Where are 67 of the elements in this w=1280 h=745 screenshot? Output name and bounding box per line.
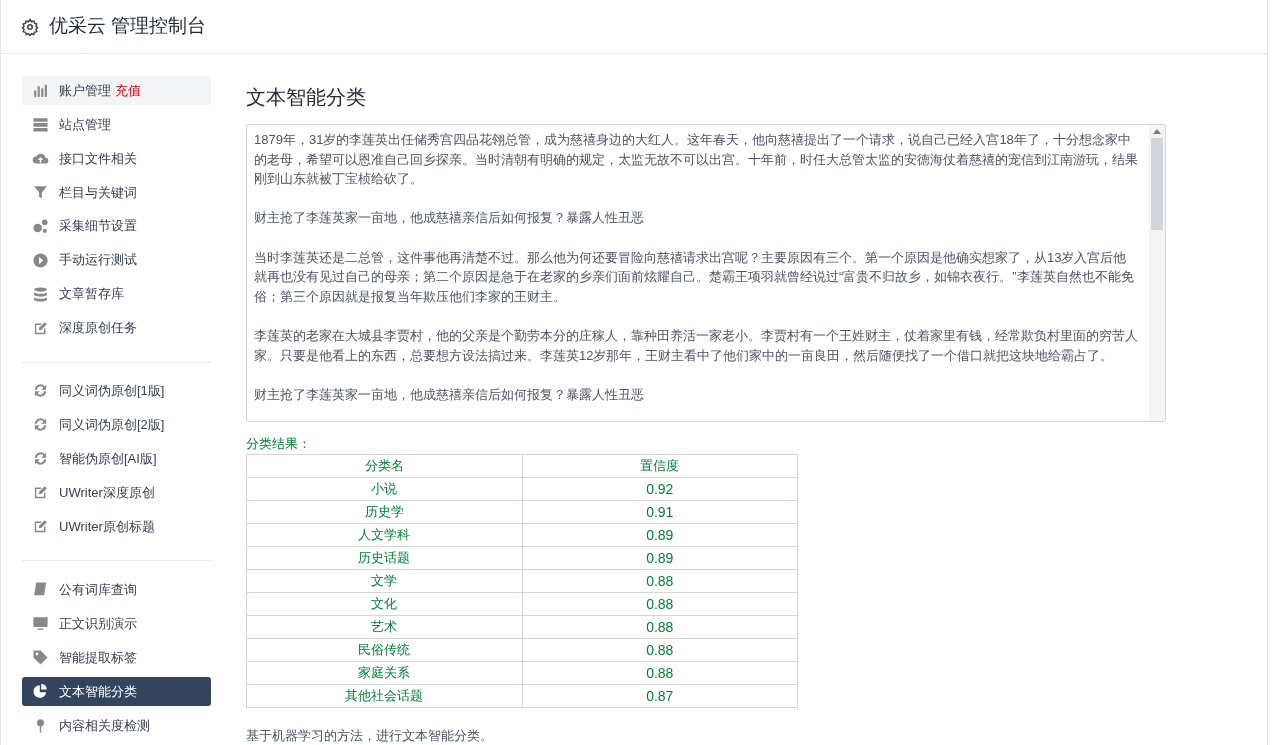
filter-icon [32,183,49,201]
table-cell: 0.92 [522,477,798,501]
column-header: 置信度 [522,454,798,478]
table-cell: 其他社会话题 [246,684,522,708]
sidebar-item[interactable]: 正文识别演示 [22,609,211,639]
page-title: 文本智能分类 [246,85,367,110]
sidebar-item[interactable]: 深度原创任务 [22,313,211,343]
refresh-icon [32,382,49,400]
sidebar-item[interactable]: 文本智能分类 [22,677,211,706]
sidebar-item[interactable]: 内容相关度检测 [22,710,211,740]
table-cell: 0.88 [522,661,798,685]
database-icon [32,285,49,303]
table-cell: 0.88 [522,592,798,616]
sidebar-item-background[interactable]: 账户管理 充值 [22,76,211,105]
edit-icon [32,319,49,337]
sidebar-item[interactable]: 采集细节设置 [22,211,211,241]
sidebar-item[interactable]: 接口文件相关 [22,143,211,173]
item-label: 账户管理 [59,81,111,100]
sidebar-item[interactable]: 栏目与关键词 [22,177,211,207]
recharge-link[interactable]: 充值 [115,80,141,101]
table-cell: 0.88 [522,569,798,593]
sidebar-item[interactable]: UWriter原创标题 [22,512,211,542]
article-paragraph: 财主抢了李莲英家一亩地，他成慈禧亲信后如何报复？暴露人性丑恶 [254,209,645,228]
play-circle-icon [32,251,49,269]
result-label: 分类结果： [246,435,312,453]
table-cell: 民俗传统 [246,638,522,662]
app-title: 优采云 管理控制台 [49,14,207,39]
table-cell: 艺术 [246,615,522,639]
monitor-icon [32,615,49,633]
server-icon [32,115,49,133]
scrollbar[interactable] [1149,125,1165,421]
refresh-icon [32,416,49,434]
settings-icon [21,17,39,36]
sidebar-item[interactable]: 同义词伪原创[1版] [22,376,211,406]
table-cell: 历史学 [246,500,522,524]
table-cell: 0.88 [522,615,798,639]
article-paragraph: 财主抢了李莲英家一亩地，他成慈禧亲信后如何报复？暴露人性丑恶 [254,385,645,404]
scroll-up-icon[interactable] [1153,129,1161,134]
article-paragraph: 1879年，31岁的李莲英出任储秀宫四品花翎总管，成为慈禧身边的大红人。这年春天，他向慈禧提出了一个请求，说自己已经入宫18年了，十分想念家中的老母，希望可以恩准自己回乡探亲。当时清朝有明确的规定，太监无故不可以出宫。十年前，时任大总管太监的安德海仗着慈禧的宠信到江南游玩，结果刚到山东就被丁宝桢给砍了。 [254,131,1139,189]
article-paragraph: 当时李莲英还是二总管，这件事他再清楚不过。那么他为何还要冒险向慈禧请求出宫呢？主要原因有三个。第一个原因是他确实想家了，从13岁入宫后他就再也没有见过自己的母亲；第二个原因是急于在老家的乡亲们面前炫耀自己。楚霸王项羽就曾经说过“富贵不归故乡，如锦衣夜行。”李莲英自然也不能免俗；第三个原因就是报复当年欺压他们李家的王财主。 [254,248,1135,306]
tag-icon [32,649,49,667]
table-cell: 小说 [246,477,522,501]
sidebar-item[interactable]: UWriter深度原创 [22,478,211,508]
table-cell: 0.88 [522,638,798,662]
table-cell: 人文学科 [246,523,522,547]
table-cell: 0.91 [522,500,798,524]
column-header: 分类名 [246,454,522,478]
table-cell: 0.89 [522,523,798,547]
sidebar-item[interactable]: 站点管理 [22,109,211,139]
sidebar-item[interactable]: 同义词伪原创[2版] [22,410,211,440]
sidebar-item[interactable]: 文章暂存库 [22,279,211,309]
sidebar-item[interactable]: 手动运行测试 [22,245,211,275]
table-cell: 0.87 [522,684,798,708]
table-cell: 文化 [246,592,522,616]
footnote-text: 基于机器学习的方法，进行文本智能分类。 [246,727,494,745]
article-paragraph: 李莲英的老家在大城县李贾村，他的父亲是个勤劳本分的庄稼人，靠种田养活一家老小。李贾村有一个王姓财主，仗着家里有钱，经常欺负村里面的穷苦人家。只要是他看上的东西，总要想方设法搞过来。李莲英12岁那年，王财主看中了他们家中的一亩良田，然后随便找了一个借口就把这块地给霸占了。 [254,326,1139,365]
sidebar-item[interactable]: 智能提取标签 [22,643,211,672]
pie-chart-icon [32,682,49,700]
refresh-icon [32,450,49,468]
table-cell: 0.89 [522,546,798,570]
sidebar-item[interactable]: 智能伪原创[AI版] [22,444,211,474]
sidebar-item[interactable]: 公有词库查询 [22,575,211,605]
table-cell: 文学 [246,569,522,593]
text-area[interactable] [246,124,1166,422]
table-cell: 历史话题 [246,546,522,570]
scrollbar-thumb[interactable] [1151,138,1163,230]
table-cell: 家庭关系 [246,661,522,685]
